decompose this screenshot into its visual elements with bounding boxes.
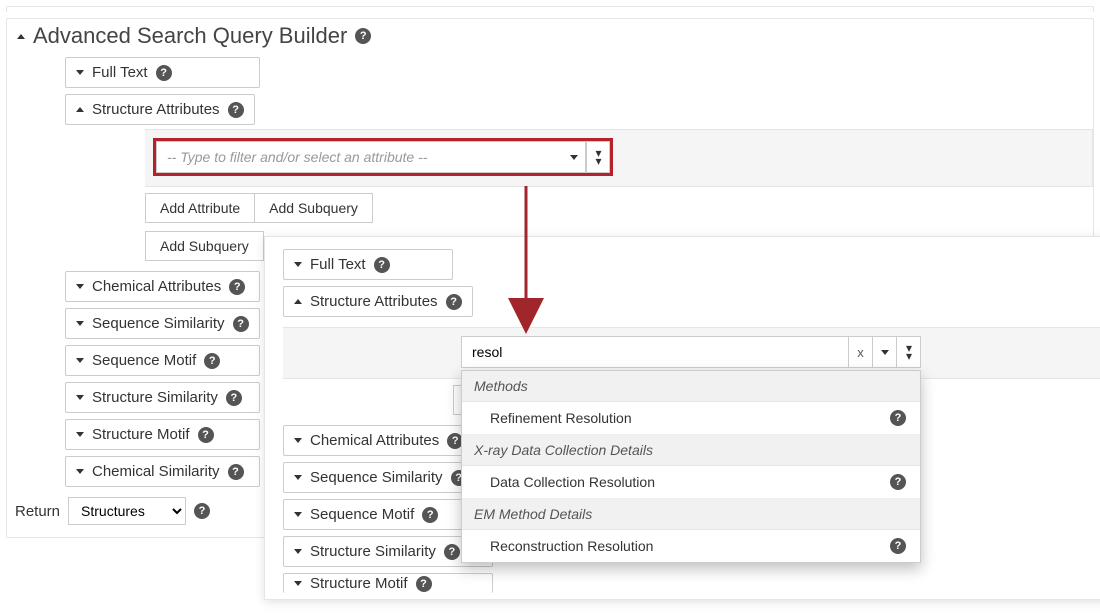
section-label: Chemical Attributes bbox=[92, 278, 221, 295]
chevron-down-icon bbox=[76, 284, 84, 289]
expand-all-button[interactable]: ▾▾ bbox=[897, 336, 921, 368]
add-subquery-button[interactable]: Add Subquery bbox=[255, 193, 373, 223]
add-attribute-button[interactable]: Add Attribute bbox=[145, 193, 255, 223]
section-label: Structure Motif bbox=[92, 426, 190, 443]
chevron-down-icon bbox=[294, 512, 302, 517]
chevron-down-icon bbox=[76, 432, 84, 437]
section-label: Chemical Attributes bbox=[310, 432, 439, 449]
typeahead-item[interactable]: Refinement Resolution? bbox=[462, 402, 920, 435]
attribute-filter-highlight: ▾▾ bbox=[153, 138, 613, 176]
section-structure-attributes[interactable]: Structure Attributes ? bbox=[283, 286, 473, 317]
typeahead-dropdown: MethodsRefinement Resolution?X-ray Data … bbox=[461, 370, 921, 563]
section-label: Structure Similarity bbox=[92, 389, 218, 406]
dropdown-toggle-button[interactable] bbox=[562, 141, 586, 173]
help-icon[interactable]: ? bbox=[204, 353, 220, 369]
overlay-panel: Full Text ? Structure Attributes ? x bbox=[264, 236, 1100, 600]
section-structure-similarity[interactable]: Structure Similarity ? bbox=[65, 382, 260, 413]
typeahead-item[interactable]: Data Collection Resolution? bbox=[462, 466, 920, 499]
chevron-down-icon bbox=[76, 469, 84, 474]
help-icon[interactable]: ? bbox=[228, 102, 244, 118]
return-select[interactable]: Structures bbox=[68, 497, 186, 525]
expand-all-button[interactable]: ▾▾ bbox=[586, 141, 610, 173]
help-icon[interactable]: ? bbox=[444, 544, 460, 560]
section-label: Sequence Motif bbox=[92, 352, 196, 369]
help-icon[interactable]: ? bbox=[422, 507, 438, 523]
section-label: Sequence Motif bbox=[310, 506, 414, 523]
section-label: Full Text bbox=[92, 64, 148, 81]
clear-button[interactable]: x bbox=[849, 336, 873, 368]
typeahead-group-header: Methods bbox=[462, 371, 920, 402]
chevron-down-icon bbox=[76, 395, 84, 400]
help-icon[interactable]: ? bbox=[228, 464, 244, 480]
chevron-down-icon bbox=[76, 358, 84, 363]
help-icon[interactable]: ? bbox=[226, 390, 242, 406]
double-chevron-icon: ▾▾ bbox=[906, 344, 911, 360]
chevron-down-icon bbox=[570, 155, 578, 160]
section-structure-motif-cut[interactable]: Structure Motif ? bbox=[283, 573, 493, 593]
add-subquery-button[interactable]: Add Subquery bbox=[145, 231, 264, 261]
section-full-text[interactable]: Full Text ? bbox=[283, 249, 453, 280]
attribute-filter-input[interactable] bbox=[156, 141, 562, 173]
chevron-down-icon bbox=[294, 549, 302, 554]
chevron-up-icon bbox=[294, 299, 302, 304]
typeahead-group-header: X-ray Data Collection Details bbox=[462, 435, 920, 466]
section-label: Chemical Similarity bbox=[92, 463, 220, 480]
chevron-up-icon bbox=[76, 107, 84, 112]
help-icon[interactable]: ? bbox=[446, 294, 462, 310]
help-icon[interactable]: ? bbox=[229, 279, 245, 295]
help-icon[interactable]: ? bbox=[156, 65, 172, 81]
help-icon[interactable]: ? bbox=[890, 474, 906, 490]
typeahead-item-label: Data Collection Resolution bbox=[490, 474, 655, 490]
section-full-text[interactable]: Full Text ? bbox=[65, 57, 260, 88]
attribute-typeahead: x ▾▾ MethodsRefinement Resolution?X-ray … bbox=[461, 336, 921, 368]
chevron-down-icon bbox=[294, 475, 302, 480]
chevron-down-icon bbox=[294, 262, 302, 267]
chevron-down-icon bbox=[76, 321, 84, 326]
attribute-filter-input[interactable] bbox=[461, 336, 849, 368]
help-icon[interactable]: ? bbox=[194, 503, 210, 519]
section-structure-attributes[interactable]: Structure Attributes ? bbox=[65, 94, 255, 125]
return-label: Return bbox=[15, 503, 60, 520]
double-chevron-icon: ▾▾ bbox=[595, 149, 600, 165]
section-sequence-similarity[interactable]: Sequence Similarity ? bbox=[65, 308, 260, 339]
dropdown-toggle-button[interactable] bbox=[873, 336, 897, 368]
chevron-down-icon bbox=[294, 438, 302, 443]
section-structure-motif[interactable]: Structure Motif ? bbox=[65, 419, 260, 450]
section-label: Sequence Similarity bbox=[310, 469, 443, 486]
help-icon[interactable]: ? bbox=[416, 576, 432, 592]
section-chemical-attributes[interactable]: Chemical Attributes ? bbox=[65, 271, 260, 302]
help-icon[interactable]: ? bbox=[890, 410, 906, 426]
section-label: Structure Motif bbox=[310, 575, 408, 592]
section-label: Structure Similarity bbox=[310, 543, 436, 560]
typeahead-group-header: EM Method Details bbox=[462, 499, 920, 530]
section-label: Structure Attributes bbox=[92, 101, 220, 118]
typeahead-item-label: Refinement Resolution bbox=[490, 410, 632, 426]
typeahead-item-label: Reconstruction Resolution bbox=[490, 538, 653, 554]
section-label: Full Text bbox=[310, 256, 366, 273]
chevron-down-icon bbox=[76, 70, 84, 75]
help-icon[interactable]: ? bbox=[374, 257, 390, 273]
chevron-down-icon bbox=[294, 581, 302, 586]
chevron-down-icon bbox=[881, 350, 889, 355]
section-sequence-motif[interactable]: Sequence Motif ? bbox=[65, 345, 260, 376]
typeahead-item[interactable]: Reconstruction Resolution? bbox=[462, 530, 920, 562]
section-chemical-similarity[interactable]: Chemical Similarity ? bbox=[65, 456, 260, 487]
section-label: Sequence Similarity bbox=[92, 315, 225, 332]
page-title: Advanced Search Query Builder bbox=[33, 23, 347, 49]
collapse-icon[interactable] bbox=[17, 34, 25, 39]
section-label: Structure Attributes bbox=[310, 293, 438, 310]
help-icon[interactable]: ? bbox=[233, 316, 249, 332]
help-icon[interactable]: ? bbox=[198, 427, 214, 443]
help-icon[interactable]: ? bbox=[890, 538, 906, 554]
help-icon[interactable]: ? bbox=[355, 28, 371, 44]
